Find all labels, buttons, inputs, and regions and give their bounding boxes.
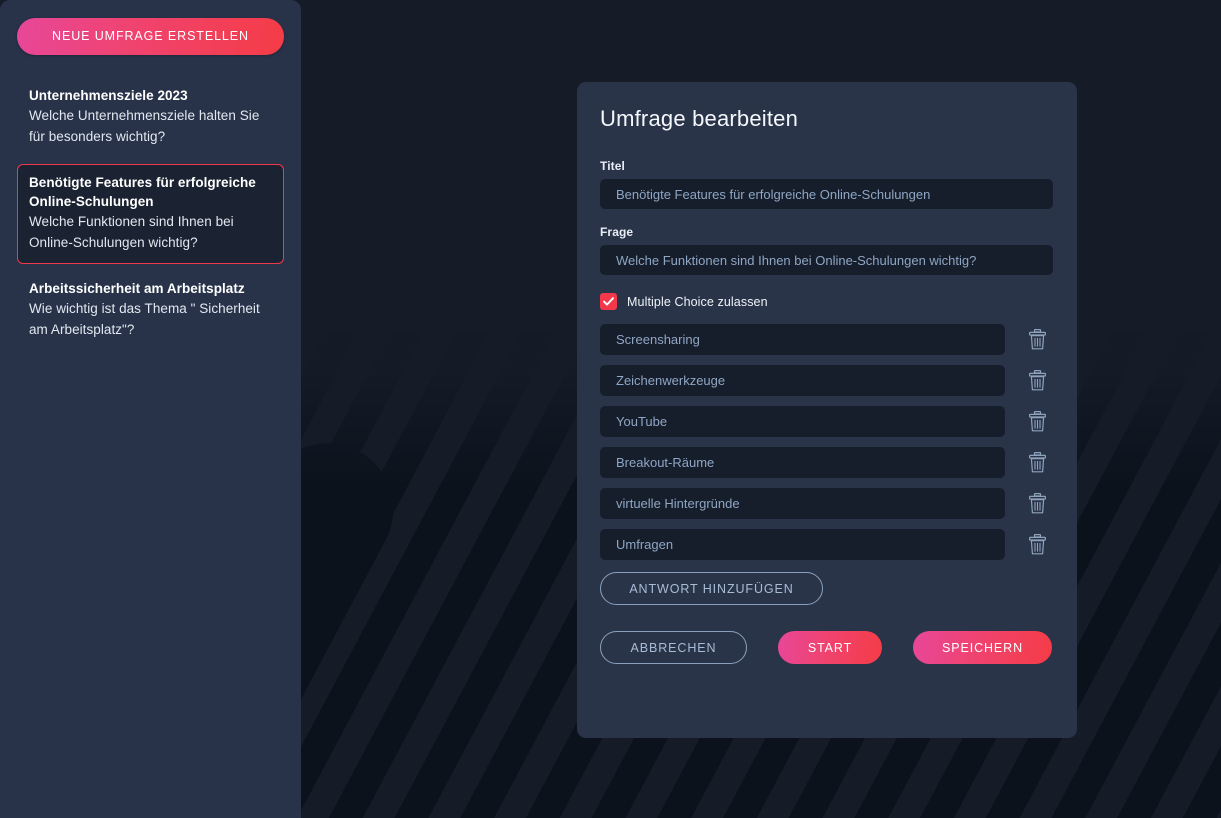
title-field-label: Titel	[600, 159, 625, 173]
delete-answer-button-0[interactable]	[1024, 327, 1050, 353]
trash-icon	[1028, 329, 1046, 350]
trash-icon	[1028, 452, 1046, 473]
answer-row	[600, 365, 1054, 396]
answer-input-1[interactable]	[600, 365, 1005, 396]
delete-answer-button-4[interactable]	[1024, 491, 1050, 517]
answer-input-4[interactable]	[600, 488, 1005, 519]
survey-item-title: Benötigte Features für erfolgreiche Onli…	[29, 175, 256, 209]
trash-icon	[1028, 493, 1046, 514]
multiple-choice-toggle[interactable]: Multiple Choice zulassen	[600, 293, 1054, 310]
sidebar: NEUE UMFRAGE ERSTELLEN Unternehmensziele…	[0, 0, 301, 818]
delete-answer-button-2[interactable]	[1024, 409, 1050, 435]
survey-item-question: Welche Unternehmensziele halten Sie für …	[29, 108, 260, 144]
survey-list-item-0[interactable]: Unternehmensziele 2023 Welche Unternehme…	[17, 77, 284, 158]
trash-icon	[1028, 411, 1046, 432]
answer-input-5[interactable]	[600, 529, 1005, 560]
answer-row	[600, 324, 1054, 355]
answer-row	[600, 529, 1054, 560]
answer-input-2[interactable]	[600, 406, 1005, 437]
survey-list-item-1[interactable]: Benötigte Features für erfolgreiche Onli…	[17, 164, 284, 264]
trash-icon	[1028, 534, 1046, 555]
answer-list	[600, 324, 1054, 560]
answer-row	[600, 406, 1054, 437]
question-input[interactable]	[600, 245, 1053, 275]
survey-list-item-2[interactable]: Arbeitssicherheit am Arbeitsplatz Wie wi…	[17, 270, 284, 351]
answer-row	[600, 447, 1054, 478]
survey-item-title: Unternehmensziele 2023	[29, 88, 188, 103]
cancel-button[interactable]: ABBRECHEN	[600, 631, 747, 664]
panel-title: Umfrage bearbeiten	[600, 106, 799, 131]
survey-item-question: Wie wichtig ist das Thema " Sicherheit a…	[29, 301, 260, 337]
answer-row	[600, 488, 1054, 519]
start-button[interactable]: START	[778, 631, 882, 664]
delete-answer-button-1[interactable]	[1024, 368, 1050, 394]
delete-answer-button-3[interactable]	[1024, 450, 1050, 476]
survey-item-title: Arbeitssicherheit am Arbeitsplatz	[29, 281, 245, 296]
add-answer-button[interactable]: ANTWORT HINZUFÜGEN	[600, 572, 823, 605]
survey-list: Unternehmensziele 2023 Welche Unternehme…	[17, 77, 284, 351]
checkmark-icon[interactable]	[600, 293, 617, 310]
question-field-label: Frage	[600, 225, 634, 239]
survey-item-question: Welche Funktionen sind Ihnen bei Online-…	[29, 214, 234, 250]
panel-footer: ABBRECHEN START SPEICHERN	[600, 631, 1054, 664]
delete-answer-button-5[interactable]	[1024, 532, 1050, 558]
answer-input-3[interactable]	[600, 447, 1005, 478]
edit-survey-panel: Umfrage bearbeiten Titel Frage Multiple …	[577, 82, 1077, 738]
answer-input-0[interactable]	[600, 324, 1005, 355]
new-survey-button[interactable]: NEUE UMFRAGE ERSTELLEN	[17, 18, 284, 55]
title-input[interactable]	[600, 179, 1053, 209]
save-button[interactable]: SPEICHERN	[913, 631, 1052, 664]
multiple-choice-label: Multiple Choice zulassen	[627, 294, 768, 309]
trash-icon	[1028, 370, 1046, 391]
